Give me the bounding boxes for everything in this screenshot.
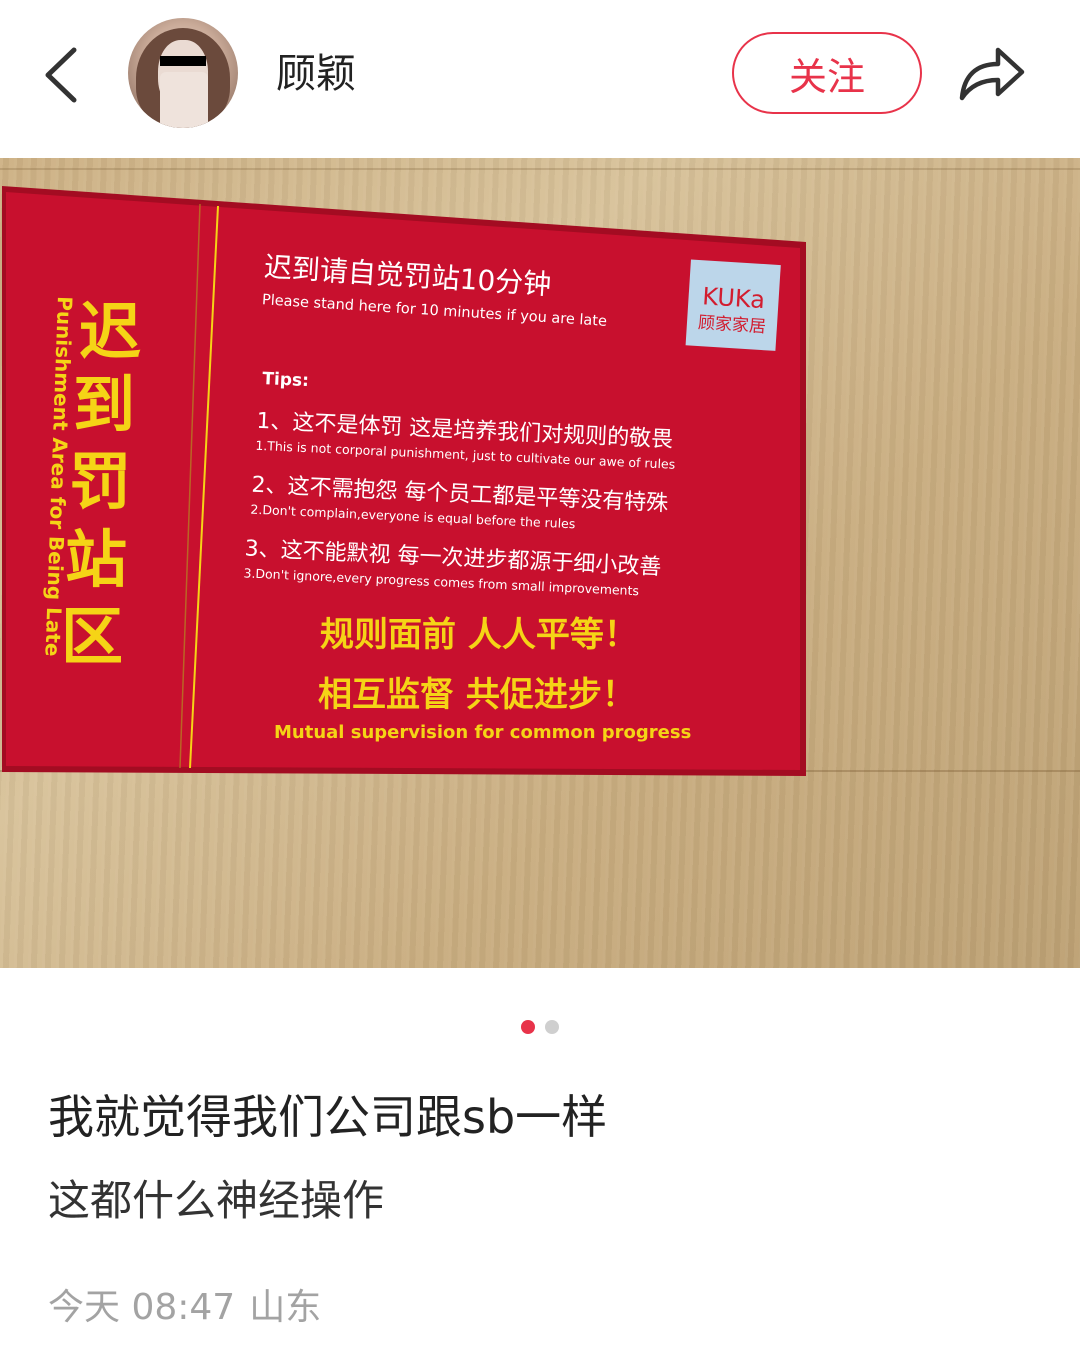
tips-label: Tips: [262, 369, 309, 391]
chevron-left-icon [45, 47, 77, 103]
sign-side-char: 区 [61, 600, 123, 673]
share-button[interactable] [956, 40, 1028, 106]
sign-side-char: 到 [73, 368, 135, 441]
brand-logo-text: KUKa [701, 282, 765, 314]
share-arrow-icon [959, 47, 1025, 101]
pager-dot-active[interactable] [521, 1020, 535, 1034]
sign-slogan-en: Mutual supervision for common progress [274, 722, 691, 743]
sign-slogan-1: 规则面前 人人平等！ [320, 615, 638, 655]
late-punishment-sign: 迟 到 罚 站 区 Punishment Area for Being Late… [2, 186, 806, 776]
post-meta: 今天 08:47 山东 [48, 1282, 321, 1334]
image-pager [0, 1020, 1080, 1040]
post-photo[interactable]: 迟 到 罚 站 区 Punishment Area for Being Late… [0, 158, 1080, 968]
username[interactable]: 顾颖 [276, 44, 356, 104]
post-body: 这都什么神经操作 [48, 1176, 385, 1225]
back-button[interactable] [36, 40, 92, 110]
sign-side-char: 罚 [69, 445, 131, 518]
brand-logo-cn: 顾家家居 [697, 313, 766, 337]
post-time: 今天 08:47 [48, 1287, 236, 1328]
follow-button[interactable]: 关注 [732, 32, 922, 114]
sign-side-char: 迟 [79, 295, 141, 368]
avatar[interactable] [128, 18, 238, 128]
post-header: 顾颖 关注 [0, 0, 1080, 158]
pager-dot[interactable] [545, 1020, 559, 1034]
sign-side-char: 站 [65, 523, 127, 596]
sign-slogan-2: 相互监督 共促进步！ [318, 675, 636, 715]
post-title: 我就觉得我们公司跟sb一样 [48, 1090, 608, 1144]
post-location: 山东 [249, 1287, 322, 1328]
